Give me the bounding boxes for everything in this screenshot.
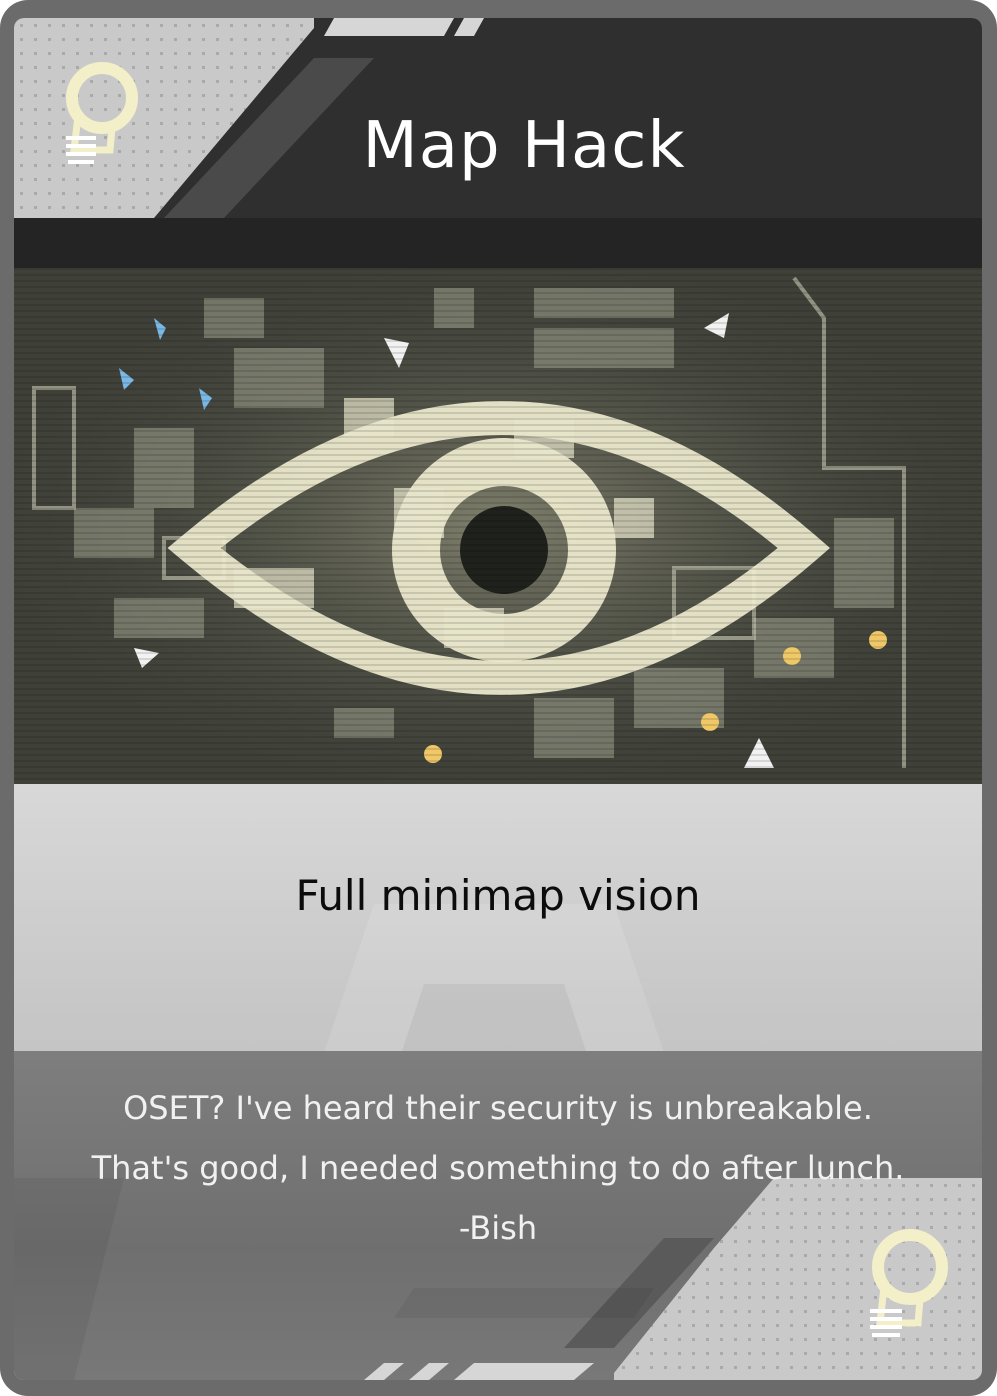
flavor-line-1: OSET? I've heard their security is unbre…	[123, 1089, 873, 1127]
flavor-line-2: That's good, I needed something to do af…	[91, 1149, 905, 1187]
card-art	[14, 268, 982, 784]
card-header: Map Hack	[14, 18, 982, 268]
card-frame: Map Hack Full minimap vision OSET? I've …	[0, 0, 997, 1396]
card-flavor-text: OSET? I've heard their security is unbre…	[34, 1078, 962, 1258]
flavor-attribution: -Bish	[458, 1209, 538, 1247]
card-inner: Map Hack Full minimap vision OSET? I've …	[14, 18, 982, 1380]
lightbulb-icon	[856, 1223, 952, 1353]
card-effect-text: Full minimap vision	[295, 871, 701, 920]
lightbulb-icon	[54, 58, 144, 178]
art-illustration	[14, 268, 982, 784]
card-title: Map Hack	[362, 109, 686, 183]
